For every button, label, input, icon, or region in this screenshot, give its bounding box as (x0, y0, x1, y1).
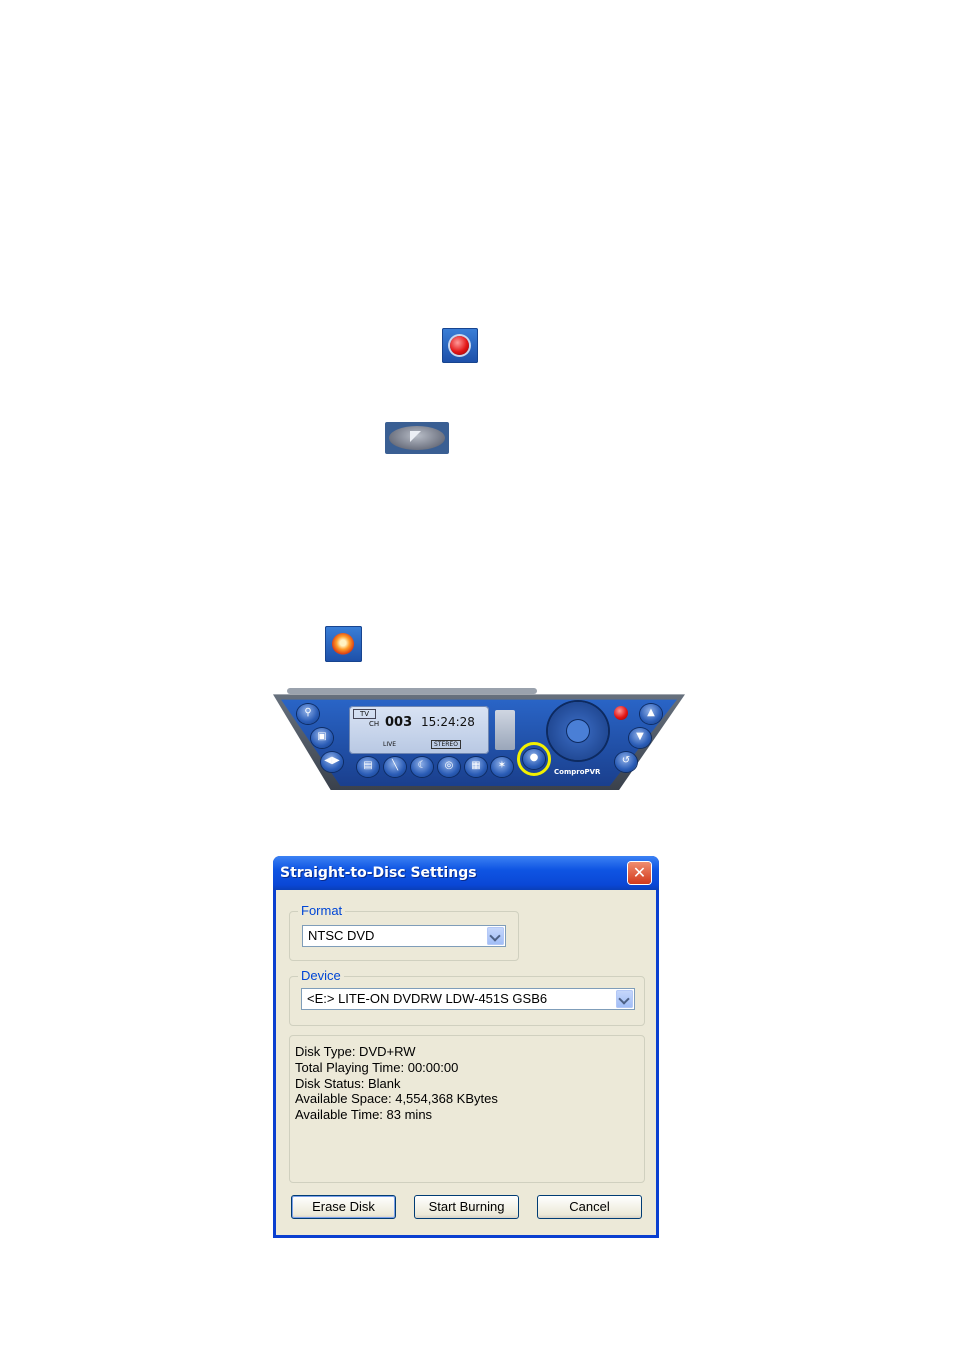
chevron-down-icon[interactable] (487, 927, 504, 945)
volume-button[interactable]: ◀▶ (321, 752, 343, 772)
snapshot-button[interactable]: ▣ (311, 728, 333, 748)
device-group: Device <E:> LITE-ON DVDRW LDW-451S GSB6 (289, 968, 645, 1026)
straight-to-disc-icon (325, 626, 362, 662)
chevron-down-icon[interactable] (616, 990, 633, 1008)
toolbar-button-6[interactable]: ✶ (491, 757, 513, 777)
straight-to-disc-dialog: Straight-to-Disc Settings ✕ Format NTSC … (273, 856, 659, 1238)
toolbar-button-1[interactable]: ▤ (357, 757, 379, 777)
stop-icon (385, 422, 449, 454)
device-value: <E:> LITE-ON DVDRW LDW-451S GSB6 (307, 991, 548, 1006)
channel-label: CH (369, 720, 380, 728)
volume-level[interactable] (495, 710, 515, 750)
format-select[interactable]: NTSC DVD (302, 925, 506, 947)
disk-status: Disk Status: Blank (295, 1076, 401, 1091)
zoom-button[interactable]: ⚲ (297, 704, 319, 724)
play-button[interactable] (567, 720, 589, 742)
cancel-button[interactable]: Cancel (537, 1195, 642, 1219)
mode-label: TV (353, 709, 377, 719)
transport-controls[interactable] (548, 702, 608, 760)
channel-number: 003 (385, 715, 413, 730)
dialog-body: Format NTSC DVD Device <E:> LITE-ON DVDR… (276, 890, 656, 1235)
window-controls[interactable]: ≡ ? – ▫ ✕ (613, 686, 660, 697)
toolbar-button-5[interactable]: ▦ (465, 757, 487, 777)
disk-info-panel: Disk Type: DVD+RW Total Playing Time: 00… (289, 1035, 645, 1183)
device-select[interactable]: <E:> LITE-ON DVDRW LDW-451S GSB6 (301, 988, 635, 1010)
toolbar-button-4[interactable]: ◎ (438, 757, 460, 777)
toolbar-button-2[interactable]: ╲ (384, 757, 406, 777)
toolbar-button-3[interactable]: ☾ (411, 757, 433, 777)
start-burning-button[interactable]: Start Burning (414, 1195, 519, 1219)
return-button[interactable]: ↺ (615, 752, 637, 772)
channel-down-button[interactable]: ▼ (629, 728, 651, 748)
title-bar[interactable]: Straight-to-Disc Settings ✕ (273, 856, 659, 890)
player-panel: ≡ ? – ▫ ✕ ⚲ ▣ ◀▶ TV CH 003 15:24:28 LIVE… (273, 686, 685, 792)
disk-type: Disk Type: DVD+RW (295, 1044, 416, 1059)
record-button[interactable] (614, 706, 628, 720)
available-space: Available Space: 4,554,368 KBytes (295, 1091, 498, 1106)
close-button[interactable]: ✕ (628, 862, 651, 884)
device-legend: Device (298, 968, 344, 983)
erase-disk-button[interactable]: Erase Disk (291, 1195, 396, 1219)
clock: 15:24:28 (421, 715, 475, 729)
brand-label: ComproPVR (554, 768, 601, 776)
record-icon (442, 328, 478, 363)
available-time: Available Time: 83 mins (295, 1107, 433, 1122)
format-value: NTSC DVD (308, 928, 375, 943)
audio-label: STEREO (431, 740, 461, 749)
drag-bar[interactable] (287, 688, 537, 694)
dialog-title: Straight-to-Disc Settings (280, 865, 477, 881)
format-legend: Format (298, 903, 346, 918)
live-label: LIVE (383, 741, 397, 748)
total-playing-time: Total Playing Time: 00:00:00 (295, 1060, 459, 1075)
lcd-display: TV CH 003 15:24:28 LIVE STEREO (349, 706, 489, 754)
channel-up-button[interactable]: ▲ (640, 704, 662, 724)
format-group: Format NTSC DVD (289, 903, 519, 961)
highlight-circle (517, 742, 551, 776)
